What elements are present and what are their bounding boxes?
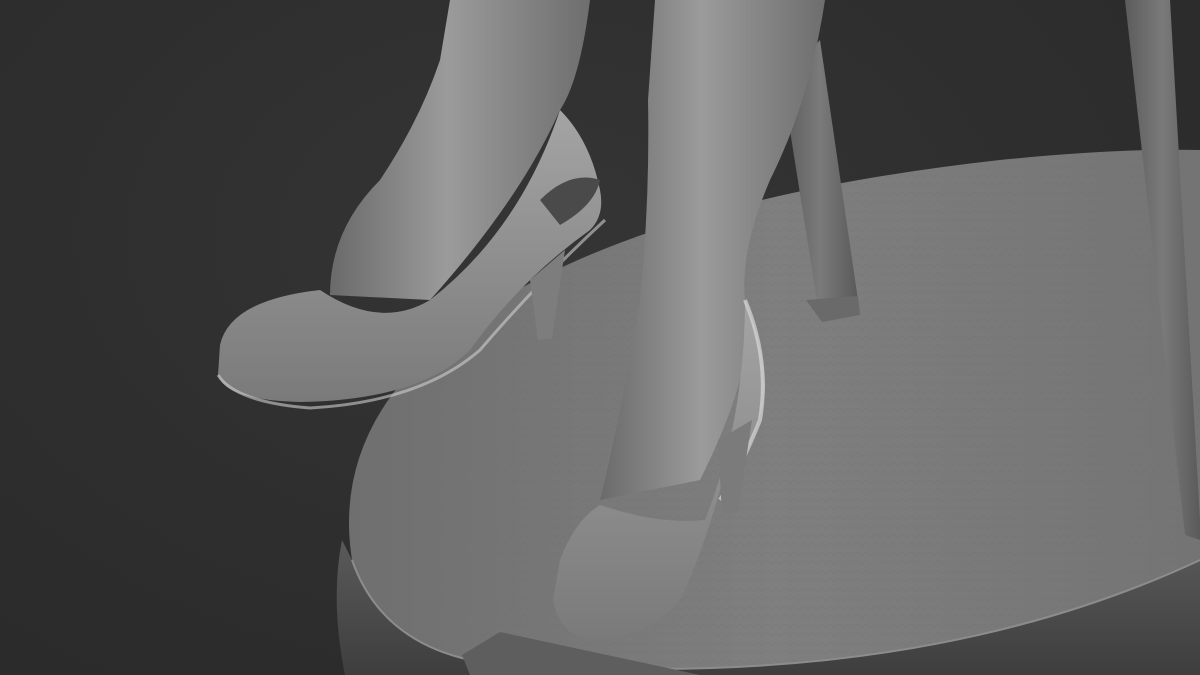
sculpt-viewport [0,0,1200,675]
scene-render [216,0,1200,675]
